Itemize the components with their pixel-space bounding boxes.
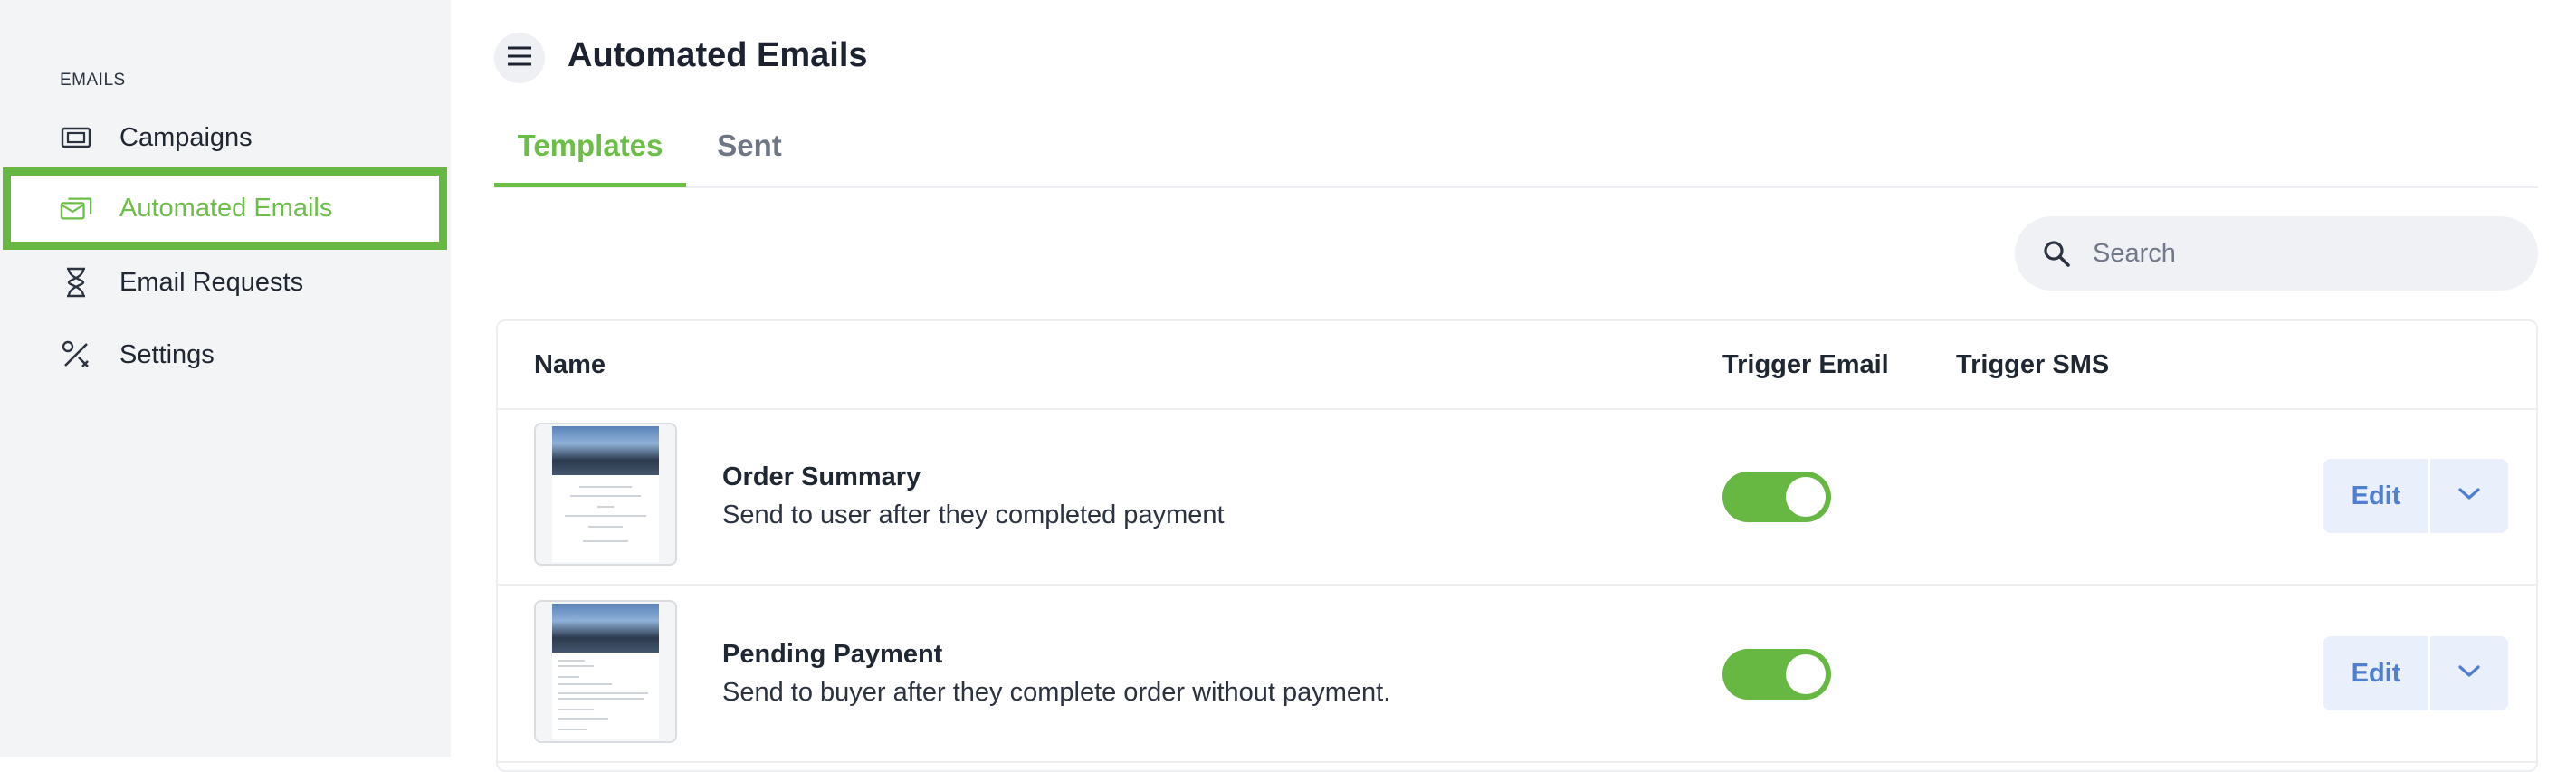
- table-row[interactable]: Order Summary Send to user after they co…: [498, 408, 2536, 586]
- templates-table: Name Trigger Email Trigger SMS Order Sum…: [496, 319, 2538, 772]
- menu-button[interactable]: [494, 33, 545, 83]
- hamburger-menu-icon: [507, 46, 532, 71]
- hourglass-icon: [60, 266, 92, 299]
- trigger-email-toggle[interactable]: [1722, 472, 1831, 522]
- column-header-trigger-email: Trigger Email: [1722, 350, 1889, 379]
- tab-bar: Templates Sent: [494, 129, 2538, 188]
- sidebar-item-label: Email Requests: [119, 267, 304, 297]
- trigger-email-toggle[interactable]: [1722, 649, 1831, 700]
- sidebar-item-campaigns[interactable]: Campaigns: [0, 101, 451, 174]
- more-options-button[interactable]: [2428, 636, 2508, 710]
- mail-stack-icon: [60, 193, 92, 225]
- row-actions: Edit: [2323, 459, 2508, 533]
- ticket-icon: [60, 121, 92, 154]
- edit-button[interactable]: Edit: [2323, 459, 2428, 533]
- template-title: Order Summary: [722, 462, 921, 491]
- tab-sent[interactable]: Sent: [713, 129, 786, 185]
- chevron-down-icon: [2458, 664, 2480, 682]
- sidebar-item-settings[interactable]: Settings: [0, 319, 451, 391]
- template-description: Send to buyer after they complete order …: [722, 678, 1391, 707]
- sidebar-item-label: Settings: [119, 339, 215, 369]
- sidebar: EMAILS Campaigns Automated Emails Email …: [0, 0, 451, 757]
- sidebar-section-label: EMAILS: [60, 71, 126, 90]
- sidebar-item-label: Automated Emails: [119, 194, 333, 223]
- tools-icon: [60, 338, 92, 371]
- sidebar-item-automated-emails[interactable]: Automated Emails: [3, 167, 447, 250]
- sidebar-item-email-requests[interactable]: Email Requests: [0, 246, 451, 319]
- column-header-name: Name: [534, 350, 606, 379]
- template-description: Send to user after they completed paymen…: [722, 500, 1225, 529]
- template-thumbnail[interactable]: [534, 600, 677, 743]
- page-title: Automated Emails: [568, 36, 868, 74]
- column-header-trigger-sms: Trigger SMS: [1956, 350, 2110, 379]
- table-row[interactable]: Pending Payment Send to buyer after they…: [498, 586, 2536, 763]
- template-title: Pending Payment: [722, 640, 943, 669]
- row-actions: Edit: [2323, 636, 2508, 710]
- search-input[interactable]: [2091, 237, 2511, 270]
- more-options-button[interactable]: [2428, 459, 2508, 533]
- tab-templates[interactable]: Templates: [494, 129, 686, 187]
- edit-button[interactable]: Edit: [2323, 636, 2428, 710]
- template-thumbnail[interactable]: [534, 423, 677, 566]
- search-box[interactable]: [2015, 216, 2538, 291]
- sidebar-item-label: Campaigns: [119, 122, 253, 152]
- chevron-down-icon: [2458, 487, 2480, 505]
- search-icon: [2042, 239, 2071, 268]
- table-header: Name Trigger Email Trigger SMS: [498, 321, 2536, 410]
